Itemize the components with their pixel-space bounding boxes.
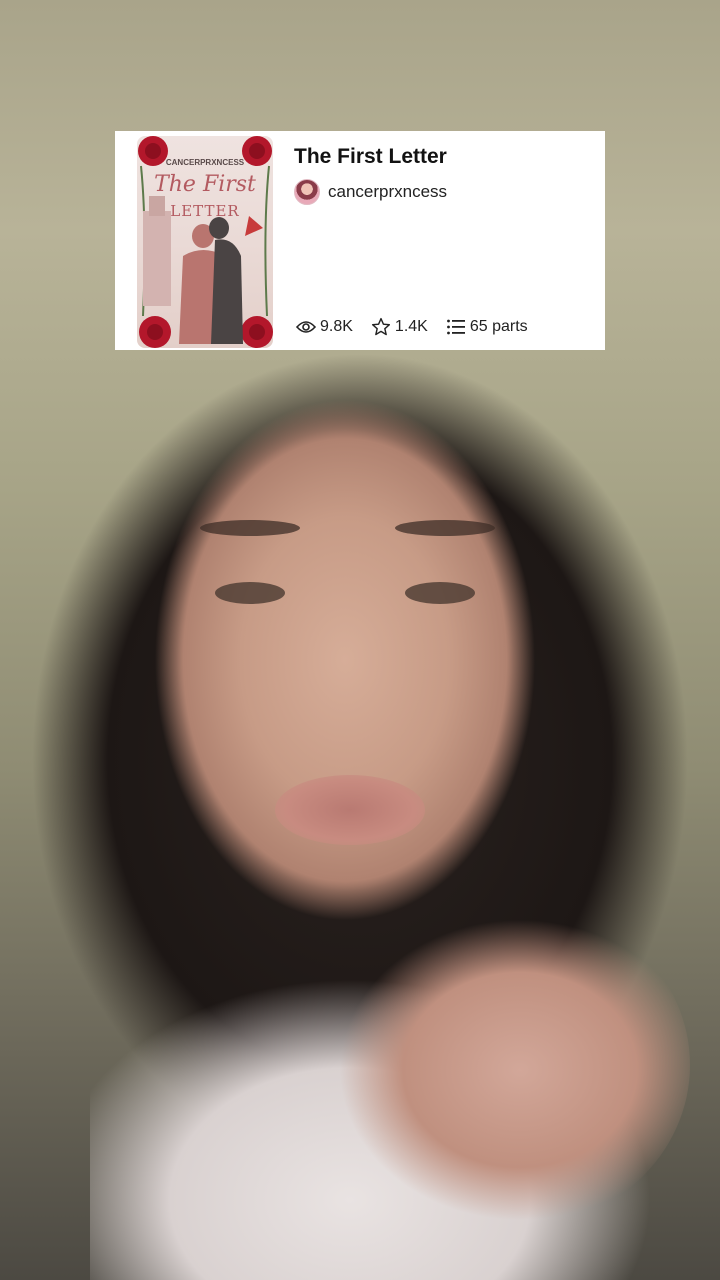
cover-title-line1: The First: [154, 172, 256, 197]
votes-stat: 1.4K: [371, 317, 428, 337]
person-hand: [330, 900, 690, 1230]
story-card[interactable]: CANCERPRXNCESS The First LETTER The Firs…: [115, 131, 605, 350]
cover-title-line2: LETTER: [170, 202, 240, 220]
left-eyebrow: [200, 520, 300, 536]
author-row[interactable]: cancerprxncess: [294, 179, 447, 205]
author-avatar[interactable]: [294, 179, 320, 205]
cover-author-text: CANCERPRXNCESS: [165, 158, 245, 167]
views-stat: 9.8K: [296, 318, 353, 336]
eye-icon: [296, 321, 316, 333]
star-icon: [371, 317, 390, 336]
story-title[interactable]: The First Letter: [294, 145, 447, 169]
story-stats: 9.8K 1.4K 65 parts: [296, 317, 546, 337]
list-icon: [446, 319, 465, 335]
parts-count: 65 parts: [469, 318, 528, 335]
cover-art: [138, 136, 273, 348]
parts-stat: 65 parts: [446, 318, 528, 336]
person-mouth: [275, 775, 425, 845]
story-cover[interactable]: CANCERPRXNCESS The First LETTER: [137, 136, 273, 348]
right-eyebrow: [395, 520, 495, 536]
left-eye: [215, 582, 285, 604]
author-name[interactable]: cancerprxncess: [328, 182, 447, 202]
right-eye: [405, 582, 475, 604]
votes-count: 1.4K: [394, 318, 428, 335]
views-count: 9.8K: [320, 318, 353, 335]
